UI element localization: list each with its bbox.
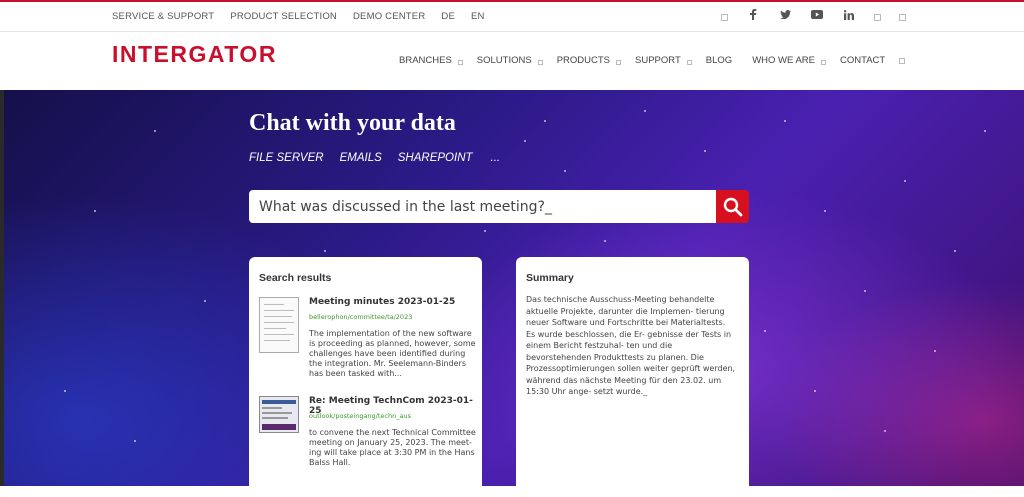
result-snippet: The implementation of the new software i… bbox=[309, 329, 476, 378]
nav-label: CONTACT bbox=[840, 55, 886, 66]
nav-label: SOLUTIONS bbox=[476, 55, 532, 66]
chevron-down-icon bbox=[616, 59, 622, 65]
nav-item-branches[interactable]: BRANCHES bbox=[399, 55, 463, 66]
source-emails: EMAILS bbox=[339, 152, 382, 164]
summary-heading: Summary bbox=[526, 272, 574, 284]
search-input[interactable]: What was discussed in the last meeting?_ bbox=[249, 190, 716, 223]
hero-title: Chat with your data bbox=[249, 110, 456, 136]
nav-label: PRODUCTS bbox=[556, 55, 611, 66]
facebook-icon[interactable] bbox=[746, 9, 760, 23]
search-bar: What was discussed in the last meeting?_ bbox=[249, 190, 749, 223]
nav-item-who-we-are[interactable]: WHO WE ARE bbox=[752, 55, 826, 66]
youtube-icon[interactable] bbox=[810, 10, 824, 22]
nav-label: SUPPORT bbox=[635, 55, 681, 66]
source-file-server: FILE SERVER bbox=[249, 152, 324, 164]
nav-item-solutions[interactable]: SOLUTIONS bbox=[477, 55, 543, 66]
results-heading: Search results bbox=[259, 272, 332, 284]
intergator-logo[interactable]: INTERGATOR bbox=[112, 41, 277, 68]
chevron-down-icon bbox=[821, 59, 826, 65]
nav-item-support[interactable]: SUPPORT bbox=[635, 55, 692, 66]
source-sharepoint: SHAREPOINT bbox=[397, 152, 473, 164]
result-path: bellerophon/committee/ta/2023 bbox=[309, 313, 413, 321]
nav-label: BLOG bbox=[705, 55, 733, 66]
search-toggle-icon[interactable] bbox=[899, 58, 905, 64]
chevron-down-icon bbox=[457, 59, 463, 65]
source-list: FILE SERVER EMAILS SHAREPOINT ... bbox=[249, 152, 500, 164]
language-de-link[interactable]: DE bbox=[441, 11, 455, 22]
main-nav: BRANCHES SOLUTIONS PRODUCTS SUPPORT BLOG… bbox=[399, 55, 899, 66]
result-path: outlook/posteingang/techn_aus bbox=[309, 412, 411, 420]
document-thumbnail bbox=[259, 297, 299, 353]
linkedin-icon[interactable] bbox=[842, 9, 856, 23]
language-en-link[interactable]: EN bbox=[471, 11, 485, 22]
search-icon bbox=[723, 197, 742, 216]
top-links: SERVICE & SUPPORT PRODUCT SELECTION DEMO… bbox=[112, 11, 485, 22]
top-bar: SERVICE & SUPPORT PRODUCT SELECTION DEMO… bbox=[0, 2, 1024, 32]
search-results-card: Search results Meeting minutes 2023-01-2… bbox=[249, 257, 482, 497]
nav-item-contact[interactable]: CONTACT bbox=[840, 55, 885, 66]
summary-text: Das technische Ausschuss-Meeting behande… bbox=[526, 295, 736, 396]
social-icons bbox=[721, 9, 906, 23]
email-thumbnail bbox=[259, 396, 299, 433]
nav-label: BRANCHES bbox=[399, 55, 452, 66]
summary-card: Summary Das technische Ausschuss-Meeting… bbox=[516, 257, 749, 497]
square-icon[interactable] bbox=[874, 14, 881, 21]
demo-center-link[interactable]: DEMO CENTER bbox=[353, 11, 425, 22]
square-icon[interactable] bbox=[721, 14, 728, 21]
chevron-down-icon bbox=[686, 59, 692, 65]
nav-label: WHO WE ARE bbox=[752, 55, 815, 66]
service-support-link[interactable]: SERVICE & SUPPORT bbox=[112, 11, 214, 22]
result-snippet: to convene the next Technical Committee … bbox=[309, 428, 476, 467]
product-selection-link[interactable]: PRODUCT SELECTION bbox=[230, 11, 337, 22]
source-more: ... bbox=[490, 152, 501, 164]
twitter-icon[interactable] bbox=[778, 10, 792, 22]
search-button[interactable] bbox=[716, 190, 749, 223]
nav-item-products[interactable]: PRODUCTS bbox=[556, 55, 622, 66]
hero-banner: Chat with your data FILE SERVER EMAILS S… bbox=[0, 90, 1024, 497]
result-title[interactable]: Meeting minutes 2023-01-25 bbox=[309, 297, 455, 307]
main-navbar: INTERGATOR BRANCHES SOLUTIONS PRODUCTS S… bbox=[0, 33, 1024, 90]
nav-item-blog[interactable]: BLOG bbox=[706, 55, 732, 66]
chevron-down-icon bbox=[537, 59, 543, 65]
square-icon[interactable] bbox=[899, 14, 906, 21]
